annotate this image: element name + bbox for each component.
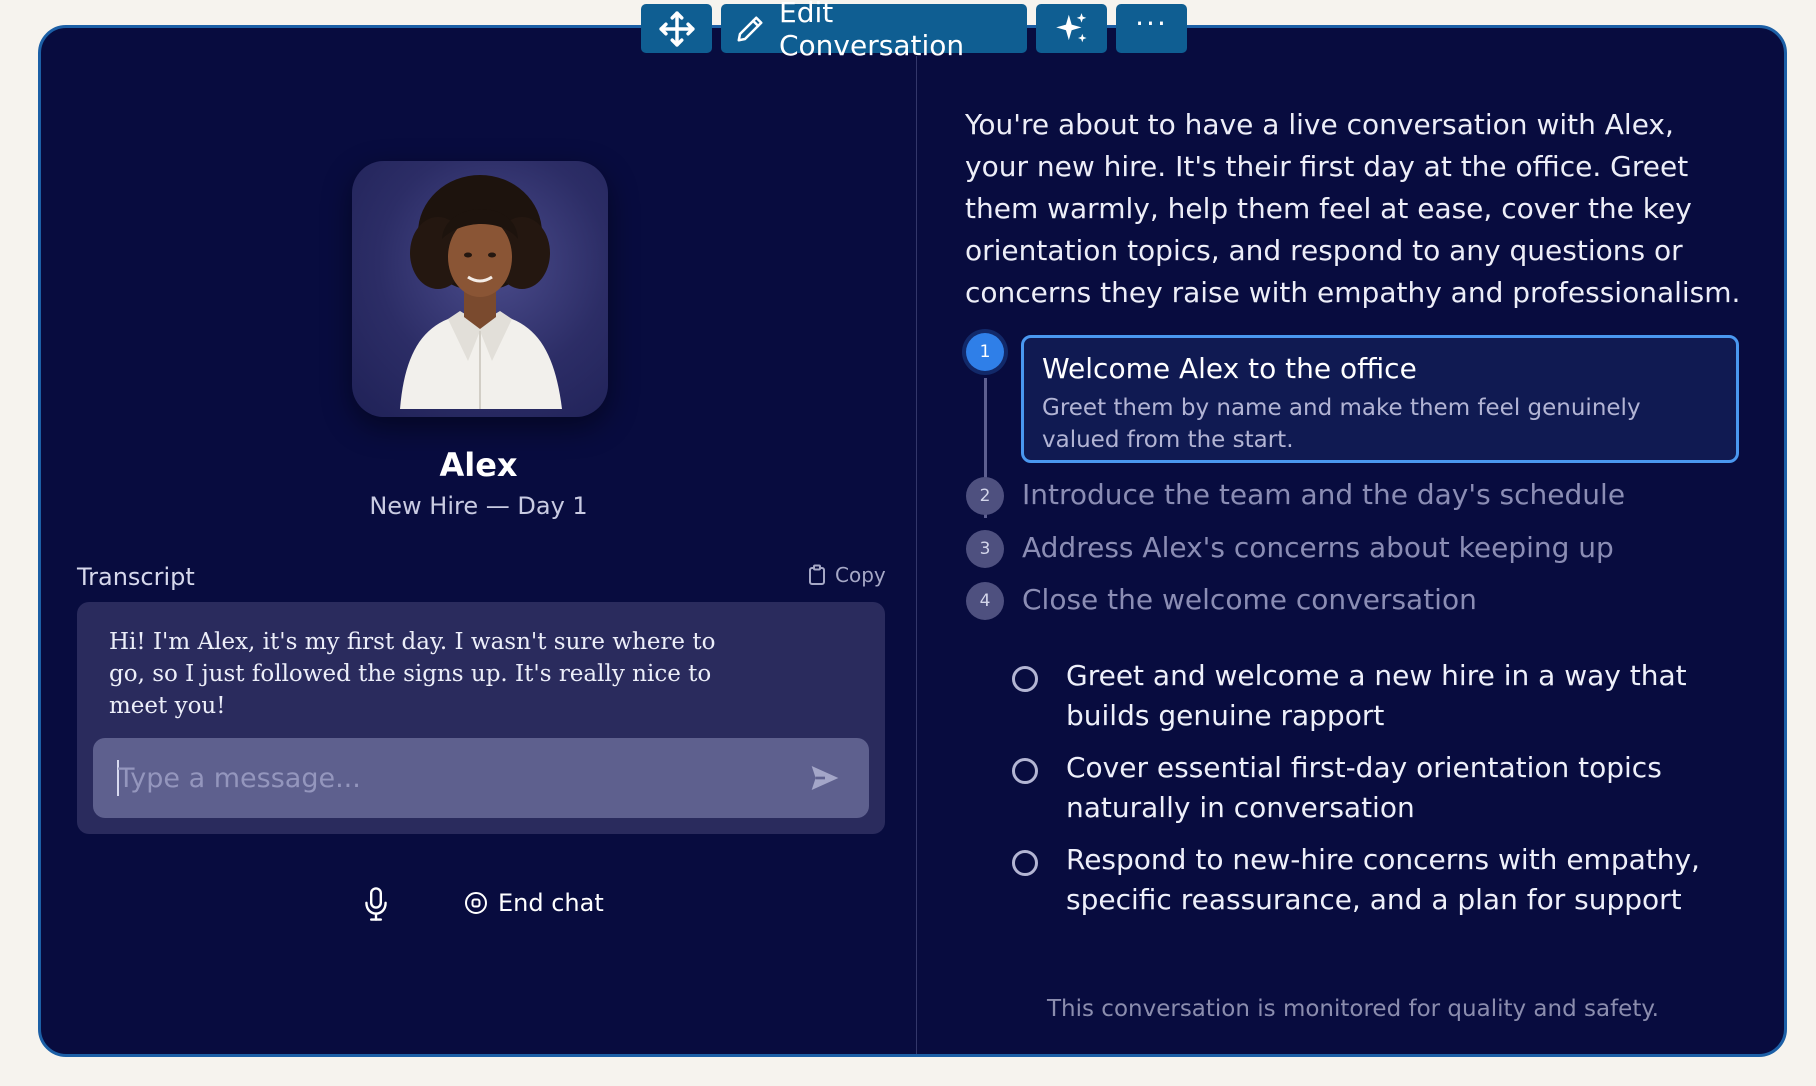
objective-text: Respond to new-hire concerns with empath… [1066, 843, 1700, 916]
move-button[interactable] [641, 4, 712, 53]
objective-item: Greet and welcome a new hire in a way th… [1012, 656, 1752, 736]
scenario-brief: You're about to have a live conversation… [965, 108, 1741, 309]
step-number-3: 3 [966, 530, 1004, 568]
step-title: Close the welcome conversation [1022, 583, 1477, 616]
monitoring-notice: This conversation is monitored for quali… [1047, 996, 1659, 1022]
transcript-label: Transcript [77, 563, 195, 591]
persona-message: Hi! I'm Alex, it's my first day. I wasn'… [109, 629, 716, 719]
objective-status-icon [1012, 850, 1038, 876]
conversation-toolbar: Edit Conversation ··· [641, 0, 1187, 62]
objective-text: Greet and welcome a new hire in a way th… [1066, 659, 1687, 732]
more-options-button[interactable]: ··· [1116, 4, 1187, 53]
copy-transcript-button[interactable]: Copy [807, 563, 886, 587]
ai-assist-button[interactable] [1036, 4, 1107, 53]
objective-item: Cover essential first-day orientation to… [1012, 748, 1752, 828]
step-title: Introduce the team and the day's schedul… [1022, 478, 1626, 511]
end-chat-button[interactable]: End chat [464, 889, 604, 917]
copy-label: Copy [835, 563, 886, 587]
step-number-2: 2 [966, 477, 1004, 515]
edit-conversation-label: Edit Conversation [779, 0, 965, 62]
move-arrows-icon [658, 10, 695, 47]
step-title: Address Alex's concerns about keeping up [1022, 531, 1614, 564]
step-title: Welcome Alex to the office [1042, 352, 1417, 385]
objective-item: Respond to new-hire concerns with empath… [1012, 840, 1752, 920]
microphone-button[interactable] [361, 886, 391, 922]
panel-divider [916, 56, 917, 1054]
send-icon [811, 766, 839, 790]
persona-name: Alex [439, 446, 518, 484]
message-input[interactable] [118, 738, 798, 818]
persona-role: New Hire — Day 1 [369, 492, 588, 520]
step-number-4: 4 [966, 582, 1004, 620]
end-chat-label: End chat [498, 889, 604, 917]
objective-text: Cover essential first-day orientation to… [1066, 751, 1662, 824]
step-card-active[interactable]: Welcome Alex to the office Greet them by… [1021, 335, 1739, 463]
message-input-container [93, 738, 869, 818]
conversation-panel: Alex New Hire — Day 1 Transcript Copy Hi… [38, 25, 1787, 1057]
microphone-icon [365, 887, 387, 921]
pencil-icon [737, 16, 763, 41]
sparkle-icon [1055, 12, 1087, 42]
clipboard-icon [809, 564, 825, 585]
person-avatar [400, 175, 562, 409]
send-button[interactable] [809, 762, 841, 794]
edit-conversation-button[interactable]: Edit Conversation [721, 0, 1027, 62]
transcript-box: Hi! I'm Alex, it's my first day. I wasn'… [77, 602, 885, 834]
step-description: Greet them by name and make them feel ge… [1042, 395, 1641, 453]
more-options-label: ··· [1135, 6, 1168, 40]
step-number-1: 1 [966, 333, 1004, 371]
stop-circle-icon [465, 892, 487, 914]
objective-status-icon [1012, 758, 1038, 784]
objective-status-icon [1012, 666, 1038, 692]
persona-avatar [352, 161, 608, 417]
